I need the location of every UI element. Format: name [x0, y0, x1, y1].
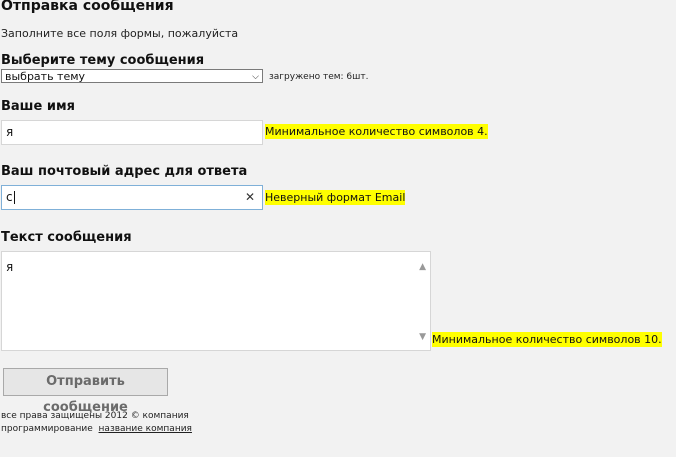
footer-copyright: все права защищены 2012 © компания — [1, 411, 189, 421]
email-input[interactable]: c ✕ — [1, 185, 263, 210]
email-label: Ваш почтовый адрес для ответа — [1, 164, 248, 179]
name-input[interactable]: я — [1, 120, 263, 145]
company-link[interactable]: название компания — [99, 424, 192, 434]
text-caret — [13, 191, 15, 204]
topic-label: Выберите тему сообщения — [1, 53, 205, 68]
footer-text: программирование — [1, 424, 93, 434]
email-error: Неверный формат Email — [265, 190, 406, 205]
submit-button[interactable]: Отправить сообщение — [3, 368, 168, 415]
footer: все права защищены 2012 © компания прогр… — [1, 410, 192, 436]
name-label: Ваше имя — [1, 99, 75, 114]
clear-icon[interactable]: ✕ — [245, 186, 255, 209]
scroll-down-icon[interactable]: ▼ — [419, 332, 426, 342]
name-input-value: я — [6, 125, 14, 139]
name-error-text: Минимальное количество символов 4. — [265, 124, 488, 139]
topic-select[interactable]: выбрать тему ⌵ — [1, 69, 263, 83]
email-error-text: Неверный формат Email — [265, 190, 406, 205]
message-label: Текст сообщения — [1, 230, 132, 245]
message-error-text: Минимальное количество символов 10. — [432, 332, 662, 347]
page-title: Отправка сообщения — [1, 0, 174, 14]
email-input-value: c — [6, 190, 13, 204]
topic-select-value: выбрать тему — [5, 70, 86, 83]
message-error: Минимальное количество символов 10. — [432, 332, 662, 347]
message-textarea[interactable]: я ▲ ▼ — [1, 251, 431, 351]
topics-loaded-count: загружено тем: 6шт. — [269, 72, 369, 82]
scroll-up-icon[interactable]: ▲ — [419, 262, 426, 272]
name-error: Минимальное количество символов 4. — [265, 124, 488, 139]
footer-line2: программирование название компания — [1, 423, 192, 436]
chevron-down-icon[interactable]: ⌵ — [252, 70, 259, 84]
form-instructions: Заполните все поля формы, пожалуйста — [1, 27, 239, 40]
message-textarea-value: я — [6, 260, 14, 274]
